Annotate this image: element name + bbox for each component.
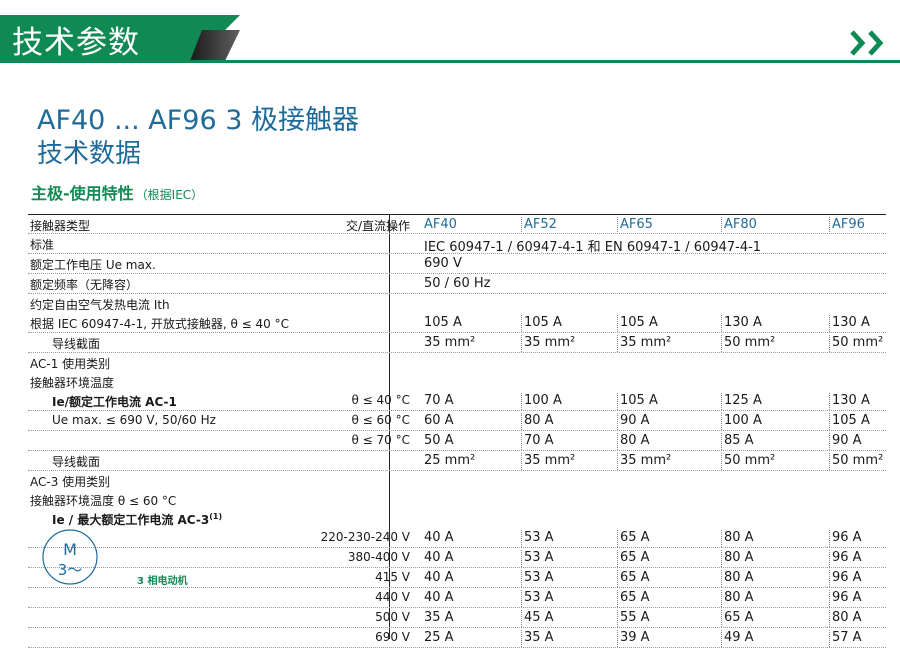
table-row: 根据 IEC 60947-4-1, 开放式接触器, θ ≤ 40 °C 105 … xyxy=(28,313,886,333)
motor-symbol-icon: M 3～ xyxy=(42,529,98,585)
top-rule xyxy=(0,60,900,63)
motor-phase: 3～ xyxy=(58,561,83,579)
table-row: 约定自由空气发热电流 Ith xyxy=(30,298,170,312)
table-row: Ue max. ≤ 690 V, 50/60 Hz θ ≤ 60 °C 60 A… xyxy=(28,411,886,431)
motor-letter: M xyxy=(63,540,77,559)
table-row: 500 V 35 A 45 A 55 A 65 A 80 A xyxy=(28,608,886,628)
table-row: 额定频率（无降容） 50 / 60 Hz xyxy=(28,274,886,294)
table-header-row: 接触器类型 交/直流操作 AF40 AF52 AF65 AF80 AF96 xyxy=(28,214,886,234)
page-subtitle: 技术数据 xyxy=(37,139,142,169)
table-row: AC-3 使用类别 xyxy=(30,475,111,489)
table-row: 接触器环境温度 θ ≤ 60 °C xyxy=(30,494,177,508)
table-row: AC-1 使用类别 xyxy=(30,357,111,371)
banner-title: 技术参数 xyxy=(12,25,140,61)
table-row: 标准 IEC 60947-1 / 60947-4-1 和 EN 60947-1 … xyxy=(28,234,886,255)
table-row: 接触器环境温度 xyxy=(30,376,115,390)
table-row: Ie/额定工作电流 AC-1 θ ≤ 40 °C 70 A 100 A 105 … xyxy=(28,391,886,411)
table-row: 220-230-240 V 40 A 53 A 65 A 80 A 96 A xyxy=(28,528,886,548)
section-title: 主极-使用特性 （根据IEC） xyxy=(31,184,204,203)
motor-label: 3 相电动机 xyxy=(137,576,188,587)
table-row: 440 V 40 A 53 A 65 A 80 A 96 A xyxy=(28,588,886,608)
table-row: 导线截面 25 mm² 35 mm² 35 mm² 50 mm² 50 mm² xyxy=(28,451,886,471)
page-title: AF40 ... AF96 3 极接触器 xyxy=(37,105,359,136)
table-row: 导线截面 35 mm² 35 mm² 35 mm² 50 mm² 50 mm² xyxy=(28,333,886,353)
double-chevron-right-icon[interactable] xyxy=(850,30,892,56)
table-row: θ ≤ 70 °C 50 A 70 A 80 A 85 A 90 A xyxy=(28,431,886,451)
table-row: 690 V 25 A 35 A 39 A 49 A 57 A xyxy=(28,628,886,648)
table-row: 380-400 V 40 A 53 A 65 A 80 A 96 A xyxy=(28,548,886,568)
table-row: 额定工作电压 Ue max. 690 V xyxy=(28,254,886,274)
table-row: Ie / 最大额定工作电流 AC-3(1) xyxy=(52,512,223,527)
